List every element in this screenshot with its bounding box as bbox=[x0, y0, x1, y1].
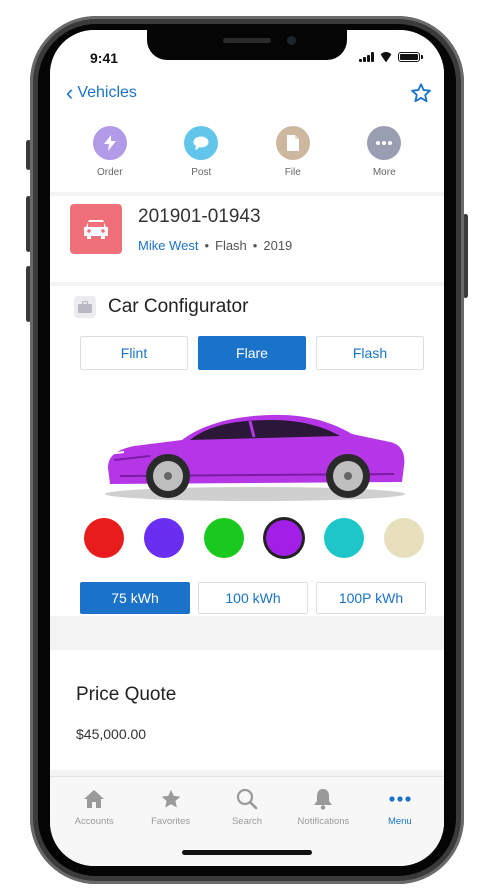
separator: • bbox=[204, 238, 209, 253]
action-file-button[interactable]: File bbox=[263, 126, 323, 192]
tab-label: Accounts bbox=[74, 816, 114, 827]
price-quote-amount: $45,000.00 bbox=[76, 726, 147, 742]
favorite-star-icon[interactable] bbox=[410, 82, 432, 110]
color-swatch-beige[interactable] bbox=[384, 518, 424, 558]
color-swatch-cyan[interactable] bbox=[324, 518, 364, 558]
back-button[interactable]: ‹ Vehicles bbox=[66, 80, 137, 105]
action-label: Order bbox=[96, 167, 123, 178]
bell-icon bbox=[313, 785, 333, 813]
action-label: File bbox=[284, 167, 301, 178]
battery-option-100p[interactable]: 100P kWh bbox=[316, 582, 426, 614]
separator: • bbox=[252, 238, 258, 253]
tab-label: Search bbox=[231, 816, 263, 827]
action-post-button[interactable]: Post bbox=[171, 126, 231, 192]
menu-icon bbox=[389, 785, 411, 813]
search-icon bbox=[236, 785, 258, 813]
car-icon bbox=[70, 204, 122, 254]
car-configurator-card: Car Configurator Flint Flare Flash 75 kW… bbox=[50, 286, 444, 616]
configurator-title: Car Configurator bbox=[108, 296, 249, 317]
color-swatch-purple[interactable] bbox=[266, 520, 302, 556]
tab-label: Menu bbox=[387, 816, 412, 827]
action-more-button[interactable]: More bbox=[354, 126, 414, 192]
record-header: 201901-01943 Mike West • Flash • 2019 bbox=[50, 196, 444, 282]
wifi-icon bbox=[379, 52, 393, 62]
action-order-button[interactable]: Order bbox=[80, 126, 140, 192]
color-swatches bbox=[84, 518, 424, 558]
chevron-left-icon: ‹ bbox=[66, 80, 74, 105]
tab-accounts[interactable]: Accounts bbox=[56, 785, 132, 866]
status-time: 9:41 bbox=[90, 50, 119, 66]
record-year: 2019 bbox=[263, 238, 293, 253]
tab-menu[interactable]: Menu bbox=[362, 785, 438, 866]
phone-screen: 9:41 ‹ Vehicles Order Post File More 201… bbox=[50, 30, 444, 866]
briefcase-icon bbox=[74, 296, 96, 318]
trim-option-flare[interactable]: Flare bbox=[198, 336, 306, 370]
color-swatch-green[interactable] bbox=[204, 518, 244, 558]
record-model: Flash bbox=[215, 238, 247, 253]
home-icon bbox=[83, 785, 105, 813]
trim-option-flint[interactable]: Flint bbox=[80, 336, 188, 370]
signal-icon bbox=[359, 52, 374, 62]
battery-option-75[interactable]: 75 kWh bbox=[80, 582, 190, 614]
battery-option-100[interactable]: 100 kWh bbox=[198, 582, 308, 614]
color-swatch-red[interactable] bbox=[84, 518, 124, 558]
tab-label: Notifications bbox=[297, 816, 350, 827]
action-bar: Order Post File More bbox=[50, 114, 444, 192]
record-number: 201901-01943 bbox=[138, 206, 261, 227]
ellipsis-icon bbox=[367, 126, 402, 160]
notch bbox=[147, 30, 347, 60]
record-owner-link[interactable]: Mike West bbox=[138, 238, 198, 253]
trim-selector: Flint Flare Flash bbox=[80, 336, 424, 370]
record-details: Mike West • Flash • 2019 bbox=[138, 238, 292, 253]
chat-bubble-icon bbox=[184, 126, 219, 160]
battery-icon bbox=[398, 52, 423, 62]
star-icon bbox=[160, 785, 182, 813]
price-quote-card: Price Quote $45,000.00 bbox=[50, 650, 444, 770]
back-label: Vehicles bbox=[77, 84, 137, 101]
color-swatch-blue-violet[interactable] bbox=[144, 518, 184, 558]
home-indicator bbox=[182, 850, 312, 855]
action-label: Post bbox=[191, 167, 212, 178]
phone-mockup: 9:41 ‹ Vehicles Order Post File More 201… bbox=[0, 0, 480, 890]
nav-bar: ‹ Vehicles bbox=[50, 74, 444, 114]
tab-label: Favorites bbox=[151, 816, 191, 827]
price-quote-title: Price Quote bbox=[76, 684, 177, 705]
document-icon bbox=[275, 126, 310, 160]
action-label: More bbox=[372, 167, 396, 178]
lightning-icon bbox=[92, 126, 127, 160]
battery-selector: 75 kWh 100 kWh 100P kWh bbox=[80, 582, 426, 614]
car-image bbox=[105, 414, 405, 501]
trim-option-flash[interactable]: Flash bbox=[316, 336, 424, 370]
